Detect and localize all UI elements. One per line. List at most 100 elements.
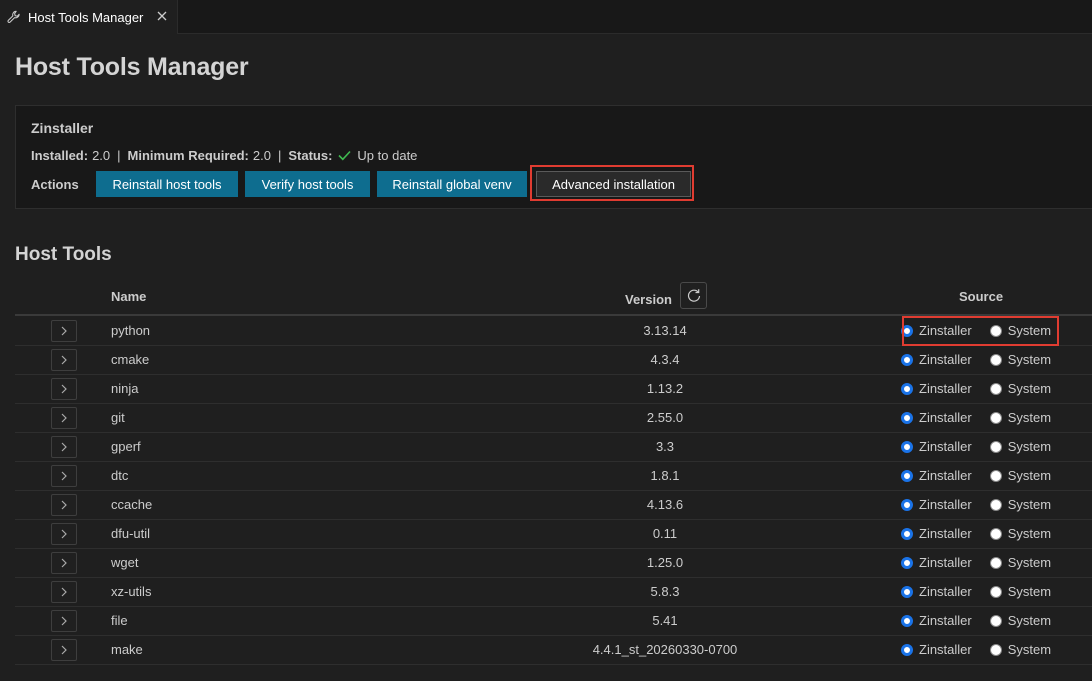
expand-row-button[interactable] bbox=[51, 378, 77, 400]
reinstall-global-venv-button[interactable]: Reinstall global venv bbox=[377, 171, 527, 197]
zinstaller-card: Zinstaller Installed: 2.0 | Minimum Requ… bbox=[15, 105, 1092, 209]
source-label-system: System bbox=[1007, 323, 1052, 338]
chevron-right-icon bbox=[61, 645, 67, 655]
table-header: Name Version Source bbox=[15, 280, 1092, 316]
separator: | bbox=[117, 148, 121, 163]
source-label-system: System bbox=[1007, 410, 1052, 425]
source-radio-system[interactable] bbox=[989, 498, 1002, 511]
source-radio-zinstaller[interactable] bbox=[901, 585, 913, 598]
chevron-right-icon bbox=[61, 413, 67, 423]
expand-row-button[interactable] bbox=[51, 581, 77, 603]
tool-version: 3.3 bbox=[655, 439, 675, 454]
column-header-version: Version bbox=[625, 292, 672, 307]
expand-row-button[interactable] bbox=[51, 320, 77, 342]
source-radio-group: Zinstaller System bbox=[901, 468, 1069, 483]
expand-row-button[interactable] bbox=[51, 610, 77, 632]
zinstaller-status-line: Installed: 2.0 | Minimum Required: 2.0 |… bbox=[31, 148, 417, 163]
source-radio-system[interactable] bbox=[989, 527, 1002, 540]
table-row: git 2.55.0 Zinstaller System bbox=[15, 404, 1092, 433]
source-radio-system[interactable] bbox=[989, 643, 1002, 656]
expand-row-button[interactable] bbox=[51, 465, 77, 487]
source-label-zinstaller: Zinstaller bbox=[919, 381, 972, 396]
tool-name: cmake bbox=[111, 352, 150, 367]
source-radio-system[interactable] bbox=[989, 469, 1002, 482]
page-title: Host Tools Manager bbox=[15, 53, 249, 81]
table-row: file 5.41 Zinstaller System bbox=[15, 607, 1092, 636]
tool-name: file bbox=[111, 613, 128, 628]
reinstall-host-tools-button[interactable]: Reinstall host tools bbox=[96, 171, 238, 197]
source-radio-system[interactable] bbox=[989, 411, 1002, 424]
table-row: gperf 3.3 Zinstaller System bbox=[15, 433, 1092, 462]
source-label-system: System bbox=[1007, 526, 1052, 541]
source-radio-system[interactable] bbox=[989, 585, 1002, 598]
table-row: dfu-util 0.11 Zinstaller System bbox=[15, 520, 1092, 549]
source-radio-system[interactable] bbox=[989, 614, 1002, 627]
tool-version: 1.13.2 bbox=[646, 381, 684, 396]
tab-host-tools-manager[interactable]: Host Tools Manager bbox=[0, 0, 178, 34]
source-label-system: System bbox=[1007, 642, 1052, 657]
chevron-right-icon bbox=[61, 500, 67, 510]
tool-name: dtc bbox=[111, 468, 129, 483]
source-label-zinstaller: Zinstaller bbox=[919, 613, 972, 628]
source-label-system: System bbox=[1007, 439, 1052, 454]
refresh-icon bbox=[687, 288, 700, 302]
check-icon bbox=[338, 150, 352, 161]
source-radio-group: Zinstaller System bbox=[901, 613, 1069, 628]
source-radio-zinstaller[interactable] bbox=[901, 353, 913, 366]
column-header-name: Name bbox=[111, 289, 147, 304]
host-tools-table: python 3.13.14 Zinstaller System cmake 4.3.4 Z… bbox=[15, 317, 1092, 665]
separator: | bbox=[277, 148, 282, 163]
tool-version: 1.25.0 bbox=[646, 555, 684, 570]
source-radio-zinstaller[interactable] bbox=[901, 498, 913, 511]
source-radio-zinstaller[interactable] bbox=[901, 411, 913, 424]
tool-version: 0.11 bbox=[652, 526, 678, 541]
source-radio-zinstaller[interactable] bbox=[901, 440, 913, 453]
table-row: wget 1.25.0 Zinstaller System bbox=[15, 549, 1092, 578]
expand-row-button[interactable] bbox=[51, 407, 77, 429]
source-radio-zinstaller[interactable] bbox=[901, 614, 913, 627]
expand-row-button[interactable] bbox=[51, 349, 77, 371]
expand-row-button[interactable] bbox=[51, 639, 77, 661]
source-radio-group: Zinstaller System bbox=[901, 323, 1069, 338]
installed-label: Installed: bbox=[31, 148, 89, 163]
table-row: cmake 4.3.4 Zinstaller System bbox=[15, 346, 1092, 375]
source-radio-zinstaller[interactable] bbox=[901, 527, 913, 540]
expand-row-button[interactable] bbox=[51, 552, 77, 574]
source-label-zinstaller: Zinstaller bbox=[919, 439, 972, 454]
source-label-system: System bbox=[1007, 381, 1052, 396]
source-radio-system[interactable] bbox=[989, 440, 1002, 453]
editor-tab-bar: Host Tools Manager bbox=[0, 0, 1092, 34]
source-radio-zinstaller[interactable] bbox=[901, 643, 913, 656]
tool-version: 1.8.1 bbox=[650, 468, 680, 483]
source-radio-group: Zinstaller System bbox=[901, 381, 1069, 396]
tab-label: Host Tools Manager bbox=[28, 9, 144, 25]
chevron-right-icon bbox=[61, 326, 67, 336]
tool-name: gperf bbox=[111, 439, 141, 454]
source-radio-group: Zinstaller System bbox=[901, 352, 1069, 367]
source-radio-system[interactable] bbox=[989, 556, 1002, 569]
expand-row-button[interactable] bbox=[51, 523, 77, 545]
source-radio-system[interactable] bbox=[989, 324, 1002, 337]
source-radio-system[interactable] bbox=[989, 353, 1002, 366]
advanced-installation-button[interactable]: Advanced installation bbox=[536, 171, 691, 197]
tool-version: 4.4.1_st_20260330-0700 bbox=[592, 642, 738, 657]
source-radio-zinstaller[interactable] bbox=[901, 556, 913, 569]
chevron-right-icon bbox=[61, 587, 67, 597]
source-radio-zinstaller[interactable] bbox=[901, 469, 913, 482]
close-icon[interactable] bbox=[156, 10, 168, 22]
source-radio-group: Zinstaller System bbox=[901, 497, 1069, 512]
expand-row-button[interactable] bbox=[51, 436, 77, 458]
tool-version: 5.8.3 bbox=[650, 584, 680, 599]
wrench-icon bbox=[7, 10, 21, 24]
refresh-versions-button[interactable] bbox=[680, 282, 707, 309]
source-label-zinstaller: Zinstaller bbox=[919, 555, 972, 570]
source-radio-zinstaller[interactable] bbox=[901, 382, 913, 395]
source-radio-group: Zinstaller System bbox=[901, 642, 1069, 657]
verify-host-tools-button[interactable]: Verify host tools bbox=[245, 171, 370, 197]
tool-name: wget bbox=[111, 555, 139, 570]
source-radio-zinstaller[interactable] bbox=[901, 324, 913, 337]
source-label-system: System bbox=[1007, 613, 1052, 628]
source-radio-system[interactable] bbox=[989, 382, 1002, 395]
expand-row-button[interactable] bbox=[51, 494, 77, 516]
source-label-zinstaller: Zinstaller bbox=[919, 410, 972, 425]
